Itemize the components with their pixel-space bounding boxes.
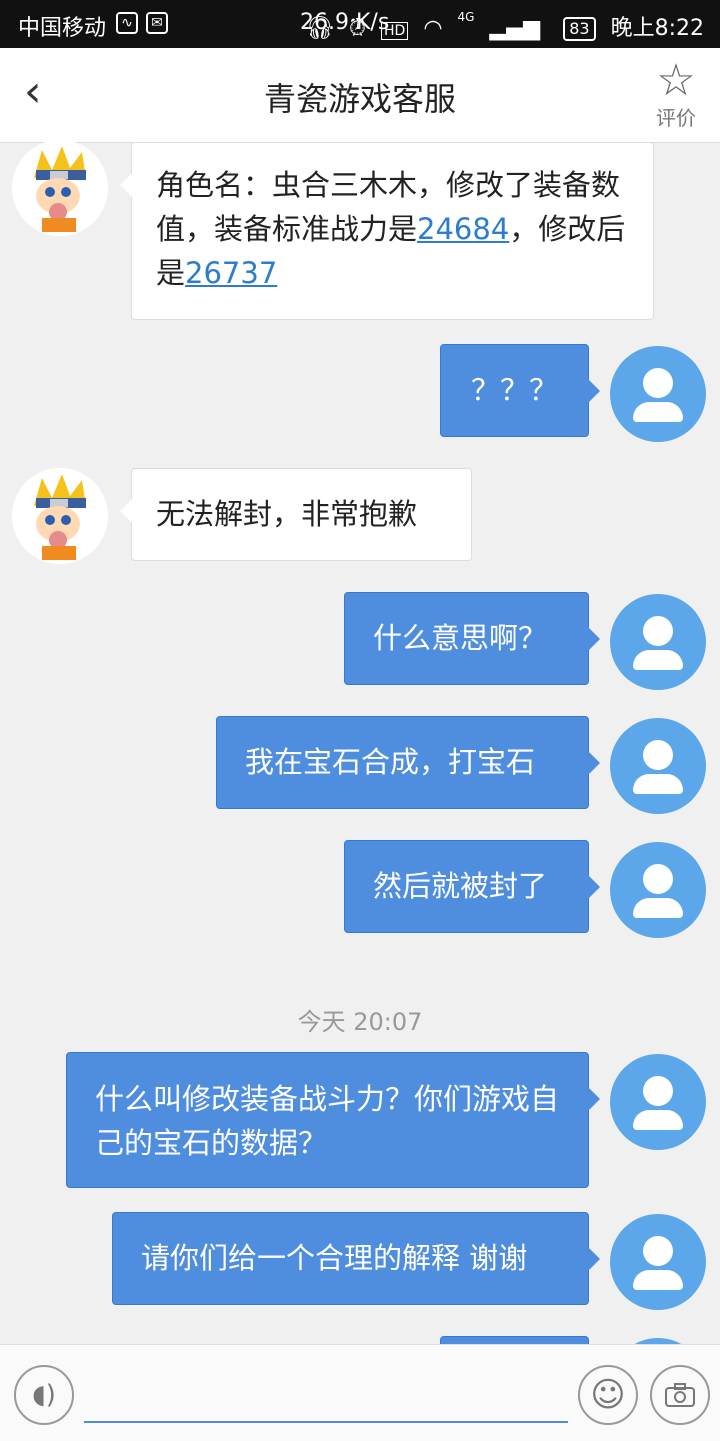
signal-icon: ▂▄▆	[489, 16, 541, 41]
clock: 晚上8:22	[610, 16, 704, 41]
agent-avatar	[12, 142, 108, 236]
user-message-bubble: ？？？	[440, 344, 600, 437]
message-input[interactable]	[84, 1369, 568, 1423]
carrier-name: 中国移动	[18, 16, 107, 41]
user-avatar	[610, 842, 706, 938]
message-text: 什么叫修改装备战斗力？你们游戏自己的宝石的数据？	[95, 1082, 560, 1160]
user-icon	[643, 740, 673, 770]
agent-message-bubble: 无法解封，非常抱歉	[120, 468, 472, 561]
message-link[interactable]: 26737	[185, 256, 277, 290]
wifi-icon: ◠	[423, 16, 443, 41]
network-type: 4G	[457, 10, 475, 24]
user-icon	[643, 864, 673, 894]
camera-icon	[665, 1383, 695, 1407]
chat-area[interactable]: 角色名：虫合三木木，修改了装备数值，装备标准战力是24684，修改后是26737…	[0, 142, 720, 1344]
battery-level: 83	[563, 17, 596, 41]
page-title: 青瓷游戏客服	[263, 80, 456, 118]
user-message-bubble: 什么意思啊？	[344, 592, 600, 685]
message-link[interactable]: 24684	[417, 212, 509, 246]
alarm-icon: ⏰︎	[348, 16, 367, 41]
user-message-bubble-partial	[440, 1336, 589, 1344]
status-right: 🎧︎ ⏰︎ HD ◠ 4G ▂▄▆ 83 晚上8:22	[306, 10, 704, 42]
emoji-button[interactable]: ☺	[578, 1365, 638, 1425]
agent-avatar	[12, 468, 108, 564]
user-avatar	[610, 1054, 706, 1150]
user-message-bubble: 什么叫修改装备战斗力？你们游戏自己的宝石的数据？	[66, 1052, 600, 1188]
status-bar: 中国移动 ∿ ✉ 26.9 K/s 🎧︎ ⏰︎ HD ◠ 4G ▂▄▆ 83 晚…	[0, 0, 720, 48]
message-timestamp: 今天 20:07	[297, 1008, 423, 1036]
star-icon: ☆	[656, 55, 696, 106]
voice-button[interactable]: ◖)	[14, 1365, 74, 1425]
message-text: 请你们给一个合理的解释 谢谢	[141, 1241, 528, 1275]
message-text: 然后就被封了	[373, 869, 548, 903]
message-text: 无法解封，非常抱歉	[156, 497, 418, 531]
user-icon	[643, 1076, 673, 1106]
user-avatar	[610, 718, 706, 814]
headphones-icon: 🎧︎	[305, 16, 334, 41]
message-text: 我在宝石合成，打宝石	[245, 745, 536, 779]
rate-label: 评价	[656, 106, 696, 130]
user-message-bubble: 然后就被封了	[344, 840, 600, 933]
message-text: 什么意思啊？	[373, 621, 548, 655]
user-message-bubble: 我在宝石合成，打宝石	[216, 716, 600, 809]
camera-button[interactable]	[650, 1365, 710, 1425]
nav-header: ‹ 青瓷游戏客服 ☆ 评价	[0, 48, 720, 143]
notification-icon: ✉	[146, 12, 168, 34]
hd-icon: HD	[381, 22, 409, 40]
rate-button[interactable]: ☆ 评价	[648, 56, 704, 136]
user-avatar	[610, 594, 706, 690]
user-avatar	[610, 346, 706, 442]
user-icon	[643, 368, 673, 398]
user-icon	[643, 1236, 673, 1266]
user-avatar	[610, 1214, 706, 1310]
user-message-bubble: 请你们给一个合理的解释 谢谢	[112, 1212, 600, 1305]
user-icon	[643, 616, 673, 646]
smiley-icon: ☺	[590, 1375, 626, 1415]
activity-icon: ∿	[116, 12, 138, 34]
voice-icon: ◖)	[32, 1380, 56, 1410]
agent-message-bubble: 角色名：虫合三木木，修改了装备数值，装备标准战力是24684，修改后是26737	[120, 142, 654, 320]
message-text: ？？？	[470, 373, 558, 407]
input-bar: ◖) ☺	[0, 1344, 720, 1441]
